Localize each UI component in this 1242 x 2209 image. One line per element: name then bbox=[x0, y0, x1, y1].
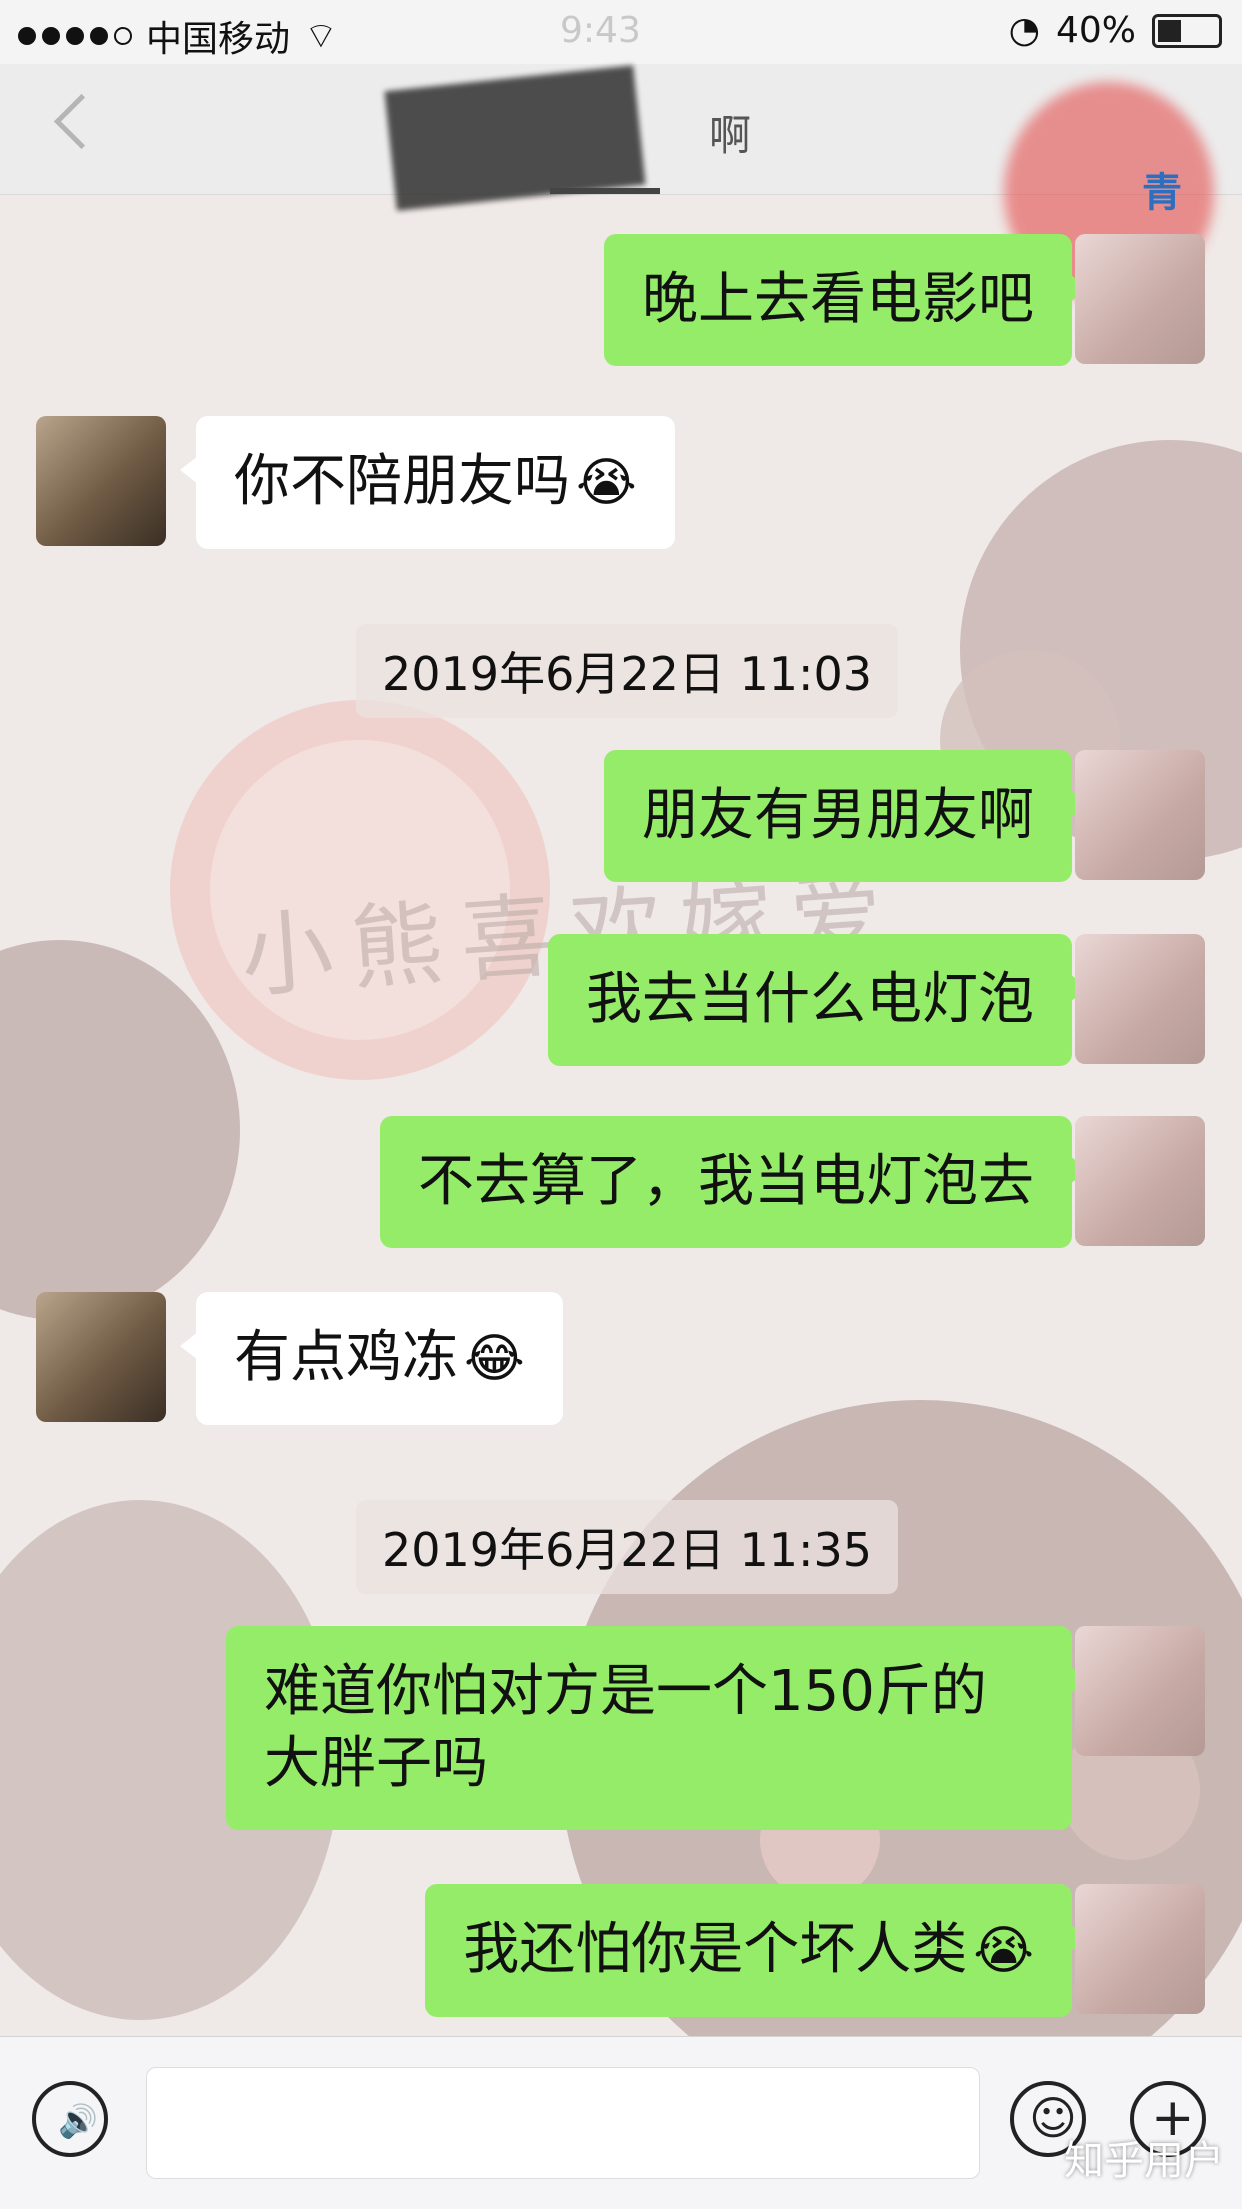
my-avatar[interactable] bbox=[1075, 934, 1205, 1064]
chat-title[interactable]: 啊 bbox=[390, 102, 810, 194]
message-text: 你不陪朋友吗 bbox=[234, 449, 570, 514]
crying-laugh-emoji-icon: 😭 bbox=[973, 1921, 1034, 1981]
watermark-text: 知乎用户 bbox=[1064, 2138, 1224, 2184]
my-message-bubble[interactable]: 不去算了，我当电灯泡去 bbox=[380, 1116, 1088, 1248]
back-icon[interactable] bbox=[53, 93, 110, 150]
status-time: 9:43 bbox=[560, 10, 641, 51]
message-text: 不去算了，我当电灯泡去 bbox=[418, 1149, 1034, 1214]
crying-laugh-emoji-icon: 😭 bbox=[576, 453, 637, 513]
my-message-bubble[interactable]: 我还怕你是个坏人类 😭 bbox=[425, 1884, 1088, 2017]
status-left: 中国移动 ⌔ bbox=[18, 10, 338, 62]
lock-rotation-icon: ◔ bbox=[1008, 10, 1040, 51]
tears-of-joy-emoji-icon: 😂 bbox=[464, 1329, 525, 1389]
nav-bar: 啊 青 bbox=[0, 64, 1242, 302]
status-bar: 中国移动 ⌔ 9:43 ◔ 40% bbox=[0, 0, 1242, 64]
my-avatar[interactable] bbox=[1075, 234, 1205, 364]
message-text: 朋友有男朋友啊 bbox=[642, 783, 1034, 848]
message-text: 难道你怕对方是一个150斤的大胖子吗 bbox=[264, 1659, 987, 1796]
message-text: 晚上去看电影吧 bbox=[642, 267, 1034, 332]
contact-message-bubble[interactable]: 你不陪朋友吗 😭 bbox=[180, 416, 675, 549]
contact-avatar[interactable] bbox=[36, 1292, 166, 1422]
message-text: 有点鸡冻 bbox=[234, 1325, 458, 1390]
contact-message-bubble[interactable]: 有点鸡冻 😂 bbox=[180, 1292, 563, 1425]
battery-icon bbox=[1152, 13, 1222, 48]
voice-glyph: 🔊 bbox=[58, 2102, 98, 2140]
voice-icon[interactable]: 🔊 bbox=[32, 2081, 108, 2157]
my-avatar[interactable] bbox=[1075, 750, 1205, 880]
status-right: ◔ 40% bbox=[1009, 10, 1222, 51]
input-bar: 🔊 ☺ + bbox=[0, 2036, 1242, 2209]
message-text: 我去当什么电灯泡 bbox=[586, 967, 1034, 1032]
my-avatar[interactable] bbox=[1075, 1884, 1205, 2014]
message-timestamp: 2019年6月22日 11:03 bbox=[356, 624, 899, 718]
my-message-bubble[interactable]: 难道你怕对方是一个150斤的大胖子吗 bbox=[226, 1626, 1088, 1830]
battery-percent: 40% bbox=[1055, 10, 1136, 51]
my-avatar[interactable] bbox=[1075, 1116, 1205, 1246]
message-timestamp: 2019年6月22日 11:35 bbox=[356, 1500, 899, 1594]
signal-strength-icon bbox=[18, 27, 132, 45]
wifi-icon: ⌔ bbox=[304, 15, 338, 57]
battery-fill bbox=[1158, 19, 1181, 42]
contact-avatar[interactable] bbox=[36, 416, 166, 546]
my-message-bubble[interactable]: 朋友有男朋友啊 bbox=[604, 750, 1088, 882]
message-input[interactable] bbox=[146, 2067, 980, 2179]
my-avatar[interactable] bbox=[1075, 1626, 1205, 1756]
my-message-bubble[interactable]: 我去当什么电灯泡 bbox=[548, 934, 1088, 1066]
chat-title-text: 啊 bbox=[708, 111, 751, 160]
message-list[interactable]: 晚上去看电影吧 你不陪朋友吗 😭 2019年6月22日 11:03 朋友有男朋友啊… bbox=[0, 194, 1242, 2036]
my-message-bubble[interactable]: 晚上去看电影吧 bbox=[604, 234, 1088, 366]
carrier-label: 中国移动 bbox=[146, 19, 291, 60]
message-text: 我还怕你是个坏人类 bbox=[463, 1917, 968, 1982]
